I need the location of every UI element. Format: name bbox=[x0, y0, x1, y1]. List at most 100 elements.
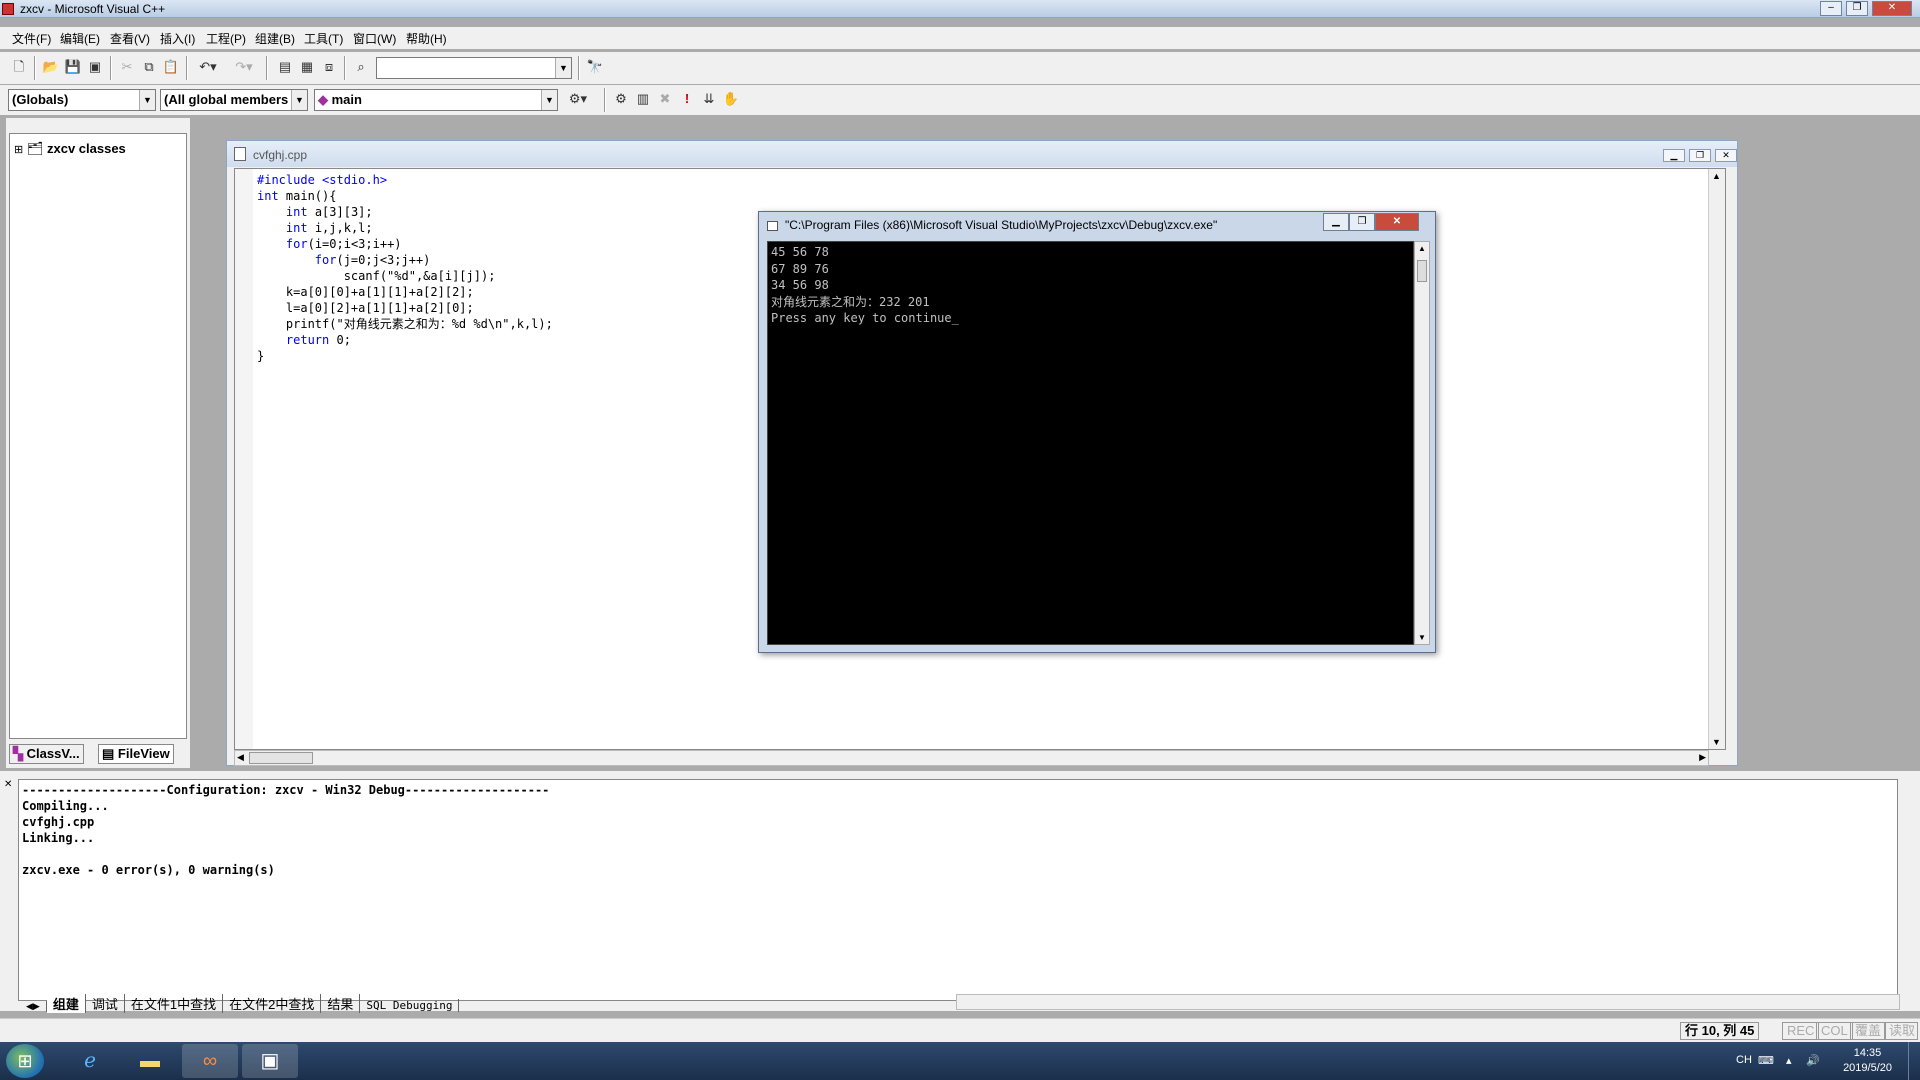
console-taskbar-icon[interactable]: ▣ bbox=[242, 1044, 298, 1078]
expand-plus-icon[interactable]: ⊞ bbox=[14, 144, 23, 156]
maximize-button[interactable]: ❐ bbox=[1846, 1, 1868, 16]
new-file-icon[interactable]: 🗋 bbox=[8, 57, 30, 79]
find-combo[interactable]: ▼ bbox=[376, 57, 572, 79]
build-icon[interactable]: ▥ bbox=[632, 89, 654, 111]
code-line: int a[3][3]; bbox=[285, 205, 373, 219]
find-binoculars-icon[interactable]: 🔭 bbox=[584, 57, 606, 79]
chevron-down-icon[interactable]: ▼ bbox=[291, 90, 307, 110]
workspace-icon[interactable]: ▤ bbox=[274, 57, 296, 79]
find-in-files-icon[interactable]: ⌕ bbox=[350, 57, 372, 79]
menu-build[interactable]: 组建(B) bbox=[255, 30, 295, 47]
tab-results[interactable]: 结果 bbox=[321, 994, 361, 1013]
output-close-icon[interactable]: ✕ bbox=[4, 779, 12, 790]
tab-debug[interactable]: 调试 bbox=[86, 994, 125, 1013]
scroll-up-icon[interactable]: ▲ bbox=[1418, 244, 1426, 253]
save-icon[interactable]: 💾 bbox=[62, 57, 84, 79]
open-icon[interactable]: 📂 bbox=[40, 57, 62, 79]
wizard-toolbar: (Globals) ▼ (All global members ▼ ◆ main… bbox=[0, 85, 1920, 115]
explorer-folder-icon[interactable]: ▬ bbox=[122, 1044, 178, 1078]
menu-help[interactable]: 帮助(H) bbox=[406, 30, 447, 47]
doc-restore-button[interactable]: ❐ bbox=[1689, 149, 1711, 162]
output-panel: ✕ --------------------Configuration: zxc… bbox=[0, 771, 1920, 1013]
build-output[interactable]: --------------------Configuration: zxcv … bbox=[18, 779, 1898, 1001]
undo-icon[interactable]: ↶▾ bbox=[192, 57, 224, 79]
copy-icon[interactable]: ⧉ bbox=[138, 57, 160, 79]
menu-view[interactable]: 查看(V) bbox=[110, 30, 150, 47]
menu-edit[interactable]: 编辑(E) bbox=[60, 30, 100, 47]
language-indicator[interactable]: CH bbox=[1736, 1054, 1752, 1066]
scroll-up-icon[interactable]: ▲ bbox=[1712, 171, 1721, 181]
chevron-down-icon[interactable]: ▼ bbox=[541, 90, 557, 110]
console-minimize-button[interactable]: ▁ bbox=[1323, 213, 1349, 231]
class-scope-combo[interactable]: (Globals) ▼ bbox=[8, 89, 156, 111]
console-maximize-button[interactable]: ❐ bbox=[1349, 213, 1375, 231]
scroll-down-icon[interactable]: ▼ bbox=[1712, 737, 1721, 747]
show-desktop-button[interactable] bbox=[1908, 1042, 1920, 1080]
volume-icon[interactable]: 🔊 bbox=[1806, 1054, 1820, 1067]
code-line: return 0; bbox=[285, 333, 351, 347]
minimize-button[interactable]: ‒ bbox=[1820, 1, 1842, 16]
system-clock[interactable]: 14:35 2019/5/20 bbox=[1843, 1046, 1892, 1076]
tab-classview[interactable]: ▚ ClassV... bbox=[9, 744, 84, 764]
source-code[interactable]: #include <stdio.h> int main(){ int a[3][3… bbox=[257, 172, 553, 364]
workspace-panel: ⊞ 🗂 zxcv classes ▚ ClassV... ▤ FileView bbox=[6, 118, 190, 768]
vc-app-icon[interactable] bbox=[2, 3, 14, 15]
editor-vertical-scrollbar[interactable]: ▲ ▼ bbox=[1708, 169, 1725, 749]
doc-close-button[interactable]: ✕ bbox=[1715, 149, 1737, 162]
output-horizontal-scrollbar[interactable] bbox=[956, 994, 1900, 1010]
redo-icon[interactable]: ↷▾ bbox=[228, 57, 260, 79]
output-window-icon[interactable]: ▦ bbox=[296, 57, 318, 79]
keyboard-icon[interactable]: ⌨ bbox=[1758, 1054, 1774, 1067]
console-window[interactable]: "C:\Program Files (x86)\Microsoft Visual… bbox=[758, 211, 1436, 653]
console-output-area[interactable]: 45 56 78 67 89 76 34 56 98 对角线元素之和为：232 201… bbox=[767, 241, 1414, 645]
start-orb-icon[interactable]: ⊞ bbox=[6, 1044, 44, 1078]
doc-minimize-button[interactable]: ▁ bbox=[1663, 149, 1685, 162]
toolbar-separator bbox=[604, 88, 606, 112]
menu-project[interactable]: 工程(P) bbox=[206, 30, 246, 47]
visual-cpp-taskbar-icon[interactable]: ∞ bbox=[182, 1044, 238, 1078]
chevron-down-icon[interactable]: ▼ bbox=[555, 58, 571, 78]
wizard-actions-icon[interactable]: ⚙▾ bbox=[560, 89, 596, 111]
tab-fileview[interactable]: ▤ FileView bbox=[98, 744, 174, 764]
internet-explorer-icon[interactable]: ℯ bbox=[62, 1044, 118, 1078]
scroll-down-icon[interactable]: ▼ bbox=[1418, 633, 1426, 642]
function-combo[interactable]: ◆ main ▼ bbox=[314, 89, 558, 111]
go-debug-icon[interactable]: ⇊ bbox=[698, 89, 720, 111]
console-title: "C:\Program Files (x86)\Microsoft Visual… bbox=[785, 218, 1218, 232]
tab-sql-debugging[interactable]: SQL Debugging bbox=[360, 999, 460, 1012]
code-line: #include <stdio.h> bbox=[257, 173, 388, 187]
members-combo[interactable]: (All global members ▼ bbox=[160, 89, 308, 111]
menu-window[interactable]: 窗口(W) bbox=[353, 30, 396, 47]
menu-tools[interactable]: 工具(T) bbox=[304, 30, 343, 47]
chevron-down-icon[interactable]: ▼ bbox=[139, 90, 155, 110]
tab-scroll-left-icon[interactable]: ◀▶ bbox=[20, 1001, 47, 1012]
class-tree[interactable]: ⊞ 🗂 zxcv classes bbox=[9, 133, 187, 739]
editor-horizontal-scrollbar[interactable]: ◀ ▶ bbox=[234, 750, 1709, 766]
tab-find-in-files-2[interactable]: 在文件2中查找 bbox=[223, 994, 322, 1013]
document-titlebar[interactable]: cvfghj.cpp ▁ ❐ ✕ bbox=[227, 141, 1737, 167]
close-button[interactable]: ✕ bbox=[1872, 1, 1912, 16]
compile-icon[interactable]: ⚙ bbox=[610, 89, 632, 111]
scroll-thumb[interactable] bbox=[1417, 260, 1427, 282]
stop-build-icon[interactable]: ✖ bbox=[654, 89, 676, 111]
tray-expand-icon[interactable]: ▴ bbox=[1786, 1054, 1792, 1067]
tab-find-in-files-1[interactable]: 在文件1中查找 bbox=[125, 994, 224, 1013]
window-list-icon[interactable]: ⧈ bbox=[318, 57, 340, 79]
console-close-button[interactable]: ✕ bbox=[1375, 213, 1419, 231]
execute-icon[interactable]: ! bbox=[676, 89, 698, 111]
output-tabs: ◀▶ 组建 调试 在文件1中查找 在文件2中查找 结果 SQL Debugging bbox=[20, 994, 460, 1013]
scroll-right-icon[interactable]: ▶ bbox=[1699, 752, 1706, 763]
menu-file[interactable]: 文件(F) bbox=[12, 30, 51, 47]
breakpoint-hand-icon[interactable]: ✋ bbox=[720, 89, 742, 111]
console-vertical-scrollbar[interactable]: ▲ ▼ bbox=[1414, 241, 1430, 645]
status-line-col: 行 10, 列 45 bbox=[1680, 1022, 1760, 1040]
scroll-thumb[interactable] bbox=[249, 752, 313, 764]
cut-icon[interactable]: ✂ bbox=[116, 57, 138, 79]
tree-item-zxcv-classes[interactable]: ⊞ 🗂 zxcv classes bbox=[14, 141, 126, 157]
paste-icon[interactable]: 📋 bbox=[160, 57, 182, 79]
output-line: Compiling... bbox=[22, 799, 109, 813]
tab-build[interactable]: 组建 bbox=[46, 994, 86, 1013]
menu-insert[interactable]: 插入(I) bbox=[160, 30, 195, 47]
scroll-left-icon[interactable]: ◀ bbox=[237, 752, 244, 763]
save-all-icon[interactable]: ▣ bbox=[84, 57, 106, 79]
